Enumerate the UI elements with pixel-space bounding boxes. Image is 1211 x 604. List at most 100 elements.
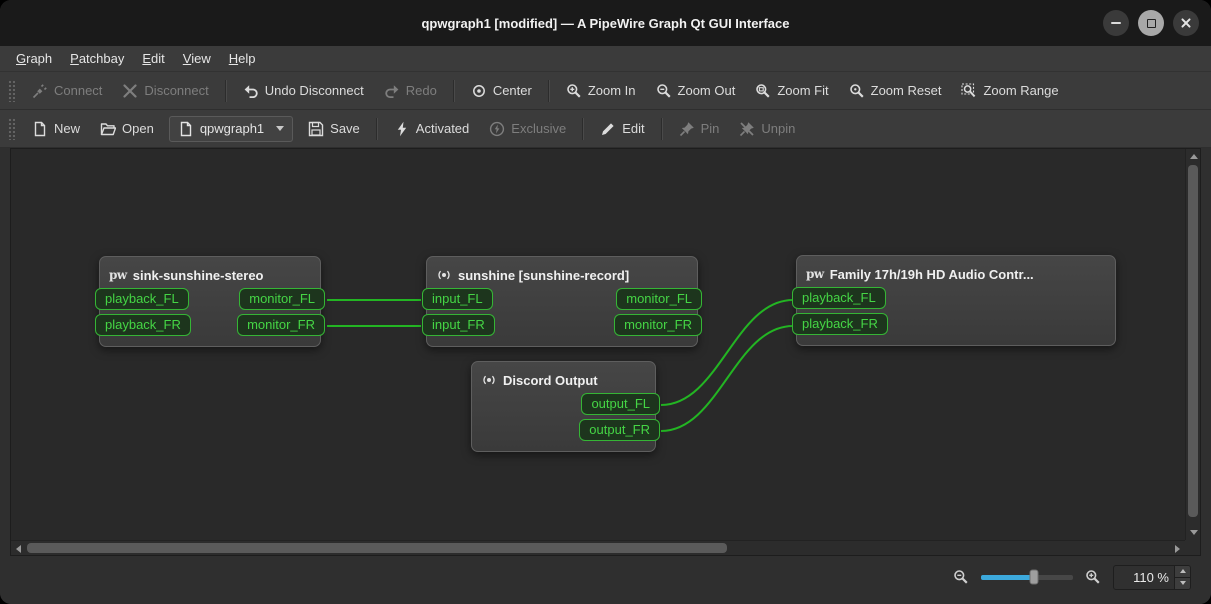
spin-down-button[interactable] — [1175, 576, 1190, 589]
node-title: sunshine [sunshine-record] — [427, 262, 697, 288]
graph-toolbar: Connect Disconnect Undo Disconnect Redo … — [0, 72, 1211, 110]
minimize-button[interactable] — [1103, 10, 1129, 36]
app-window: qpwgraph1 [modified] — A PipeWire Graph … — [0, 0, 1211, 604]
port-monitor-fr[interactable]: monitor_FR — [614, 314, 702, 336]
spin-down-icon — [1179, 581, 1186, 585]
pipewire-icon: pw — [109, 268, 127, 282]
pin-button[interactable]: Pin — [670, 116, 729, 142]
file-toolbar: New Open qpwgraph1 Save Activated Exclus… — [0, 110, 1211, 148]
save-icon — [308, 121, 324, 137]
connect-button[interactable]: Connect — [23, 78, 111, 104]
horizontal-scrollbar-thumb[interactable] — [27, 543, 727, 553]
file-icon — [178, 121, 194, 137]
spin-up-icon — [1179, 569, 1186, 573]
unpin-icon — [739, 121, 755, 137]
close-button[interactable] — [1173, 10, 1199, 36]
menu-graph[interactable]: Graph — [8, 48, 60, 69]
port-monitor-fr[interactable]: monitor_FR — [237, 314, 325, 336]
toolbar-separator — [660, 117, 663, 140]
pipewire-icon: pw — [806, 267, 824, 281]
vertical-scrollbar[interactable] — [1185, 149, 1200, 540]
open-button[interactable]: Open — [91, 116, 163, 142]
node-sink-sunshine-stereo[interactable]: pw sink-sunshine-stereo playback_FL moni… — [95, 256, 325, 347]
port-playback-fr[interactable]: playback_FR — [95, 314, 191, 336]
zoom-slider-handle[interactable] — [1029, 569, 1039, 585]
menu-help[interactable]: Help — [221, 48, 264, 69]
connect-icon — [32, 83, 48, 99]
zoom-range-button[interactable]: Zoom Range — [952, 78, 1067, 104]
bolt-icon — [394, 121, 410, 137]
center-button[interactable]: Center — [462, 78, 541, 104]
redo-button[interactable]: Redo — [375, 78, 446, 104]
scroll-right-icon[interactable] — [1175, 545, 1180, 553]
toolbar-grip[interactable] — [8, 79, 15, 102]
port-playback-fl[interactable]: playback_FL — [792, 287, 886, 309]
record-icon — [481, 372, 497, 388]
port-input-fl[interactable]: input_FL — [422, 288, 493, 310]
zoom-out-button[interactable]: Zoom Out — [647, 78, 745, 104]
menu-edit[interactable]: Edit — [134, 48, 172, 69]
scroll-left-icon[interactable] — [16, 545, 21, 553]
zoom-range-icon — [961, 83, 977, 99]
zoom-spinbox-value[interactable]: 110 % — [1114, 566, 1174, 589]
pin-icon — [679, 121, 695, 137]
spin-up-button[interactable] — [1175, 565, 1190, 577]
zoom-in-button[interactable]: Zoom In — [557, 78, 645, 104]
disconnect-button[interactable]: Disconnect — [113, 78, 217, 104]
toolbar-separator — [375, 117, 378, 140]
zoom-fit-button[interactable]: Zoom Fit — [746, 78, 837, 104]
port-playback-fl[interactable]: playback_FL — [95, 288, 189, 310]
session-name: qpwgraph1 — [199, 121, 265, 136]
zoom-spinbox[interactable]: 110 % — [1113, 564, 1191, 590]
edit-button[interactable]: Edit — [591, 116, 653, 142]
zoom-out-icon[interactable] — [953, 569, 969, 585]
port-monitor-fl[interactable]: monitor_FL — [239, 288, 325, 310]
vertical-scrollbar-thumb[interactable] — [1188, 165, 1198, 517]
zoom-out-icon — [656, 83, 672, 99]
window-title: qpwgraph1 [modified] — A PipeWire Graph … — [421, 15, 790, 31]
save-button[interactable]: Save — [299, 116, 369, 142]
open-folder-icon — [100, 121, 116, 137]
node-family-hd-audio[interactable]: pw Family 17h/19h HD Audio Contr... play… — [792, 255, 1116, 346]
activated-toggle[interactable]: Activated — [385, 116, 478, 142]
exclusive-toggle[interactable]: Exclusive — [480, 116, 575, 142]
close-icon — [1180, 17, 1192, 29]
port-monitor-fl[interactable]: monitor_FL — [616, 288, 702, 310]
toolbar-separator — [224, 79, 227, 102]
graph-canvas[interactable]: pw sink-sunshine-stereo playback_FL moni… — [10, 148, 1201, 556]
node-title: Discord Output — [472, 367, 655, 393]
undo-disconnect-button[interactable]: Undo Disconnect — [234, 78, 373, 104]
zoom-fit-icon — [755, 83, 771, 99]
node-sunshine-record[interactable]: sunshine [sunshine-record] input_FL moni… — [422, 256, 702, 347]
toolbar-grip[interactable] — [8, 117, 15, 140]
pencil-icon — [600, 121, 616, 137]
port-output-fr[interactable]: output_FR — [579, 419, 660, 441]
unpin-button[interactable]: Unpin — [730, 116, 804, 142]
node-discord-output[interactable]: Discord Output output_FL output_FR — [471, 361, 660, 452]
maximize-icon — [1146, 18, 1156, 28]
disconnect-icon — [122, 83, 138, 99]
minimize-icon — [1111, 22, 1121, 24]
horizontal-scrollbar[interactable] — [11, 540, 1185, 555]
center-icon — [471, 83, 487, 99]
zoom-reset-icon — [849, 83, 865, 99]
toolbar-separator — [582, 117, 585, 140]
maximize-button[interactable] — [1138, 10, 1164, 36]
session-combobox[interactable]: qpwgraph1 — [168, 115, 294, 142]
scroll-down-icon[interactable] — [1190, 530, 1198, 535]
zoom-slider[interactable] — [981, 569, 1073, 585]
new-button[interactable]: New — [23, 116, 89, 142]
port-playback-fr[interactable]: playback_FR — [792, 313, 888, 335]
toolbar-separator — [452, 79, 455, 102]
scrollbar-corner — [1185, 540, 1200, 555]
menu-patchbay[interactable]: Patchbay — [62, 48, 132, 69]
zoom-reset-button[interactable]: Zoom Reset — [840, 78, 951, 104]
zoom-in-icon — [566, 83, 582, 99]
node-title: pw sink-sunshine-stereo — [109, 267, 264, 283]
scroll-up-icon[interactable] — [1190, 154, 1198, 159]
menu-view[interactable]: View — [175, 48, 219, 69]
zoom-in-icon[interactable] — [1085, 569, 1101, 585]
titlebar[interactable]: qpwgraph1 [modified] — A PipeWire Graph … — [0, 0, 1211, 46]
port-output-fl[interactable]: output_FL — [581, 393, 660, 415]
port-input-fr[interactable]: input_FR — [422, 314, 495, 336]
